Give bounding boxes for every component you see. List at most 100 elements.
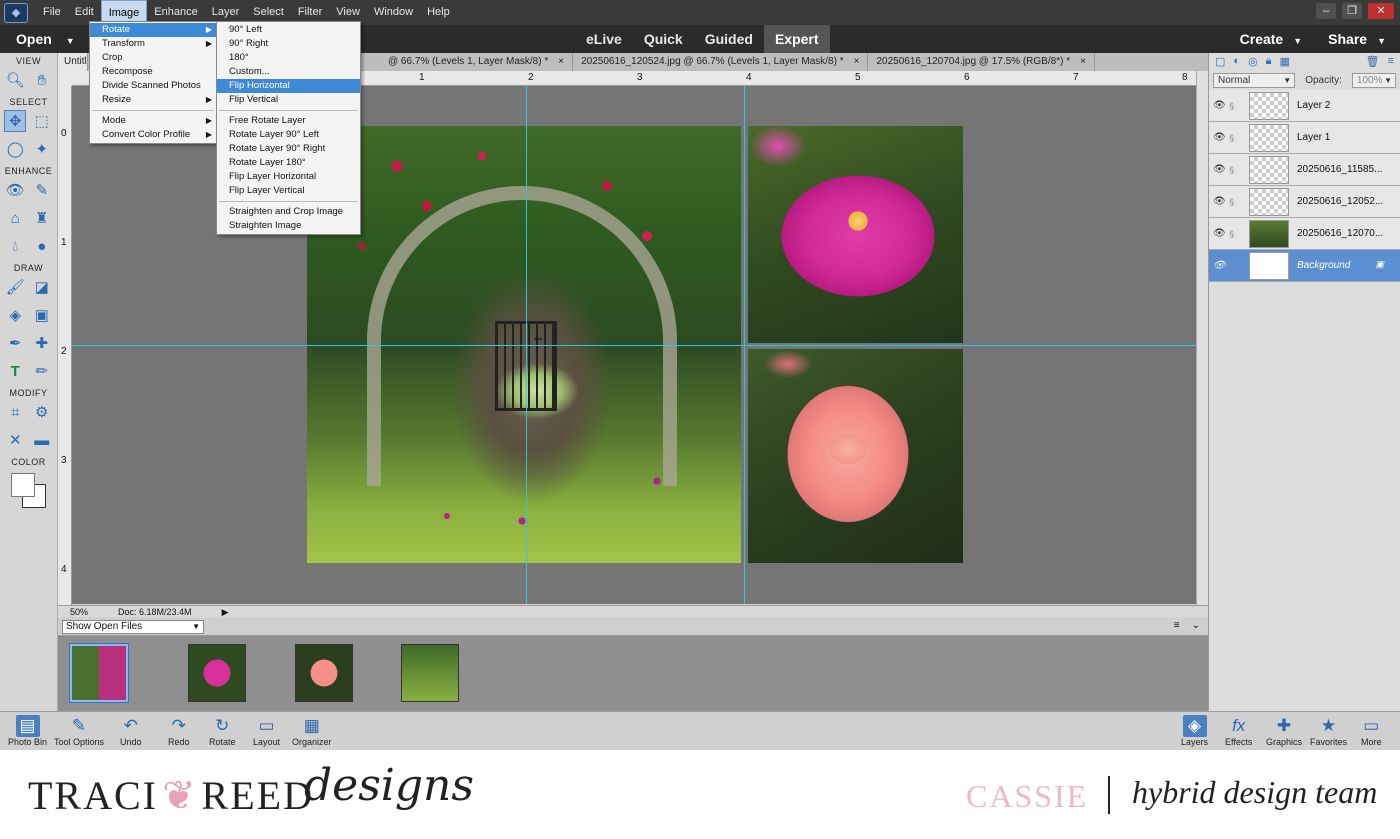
menu-item-crop[interactable]: Crop	[90, 51, 216, 65]
visibility-eye-icon[interactable]: 👁︎	[1213, 164, 1229, 175]
chevron-down-icon[interactable]: ▼	[66, 36, 75, 46]
link-icon[interactable]: §	[1229, 261, 1243, 271]
visibility-eye-icon[interactable]: 👁︎	[1213, 260, 1229, 271]
menu-item-transform[interactable]: Transform ▶	[90, 37, 216, 51]
horizontal-guide[interactable]	[72, 345, 1196, 346]
new-layer-icon[interactable]: ▢	[1215, 55, 1225, 69]
rose-photo[interactable]	[748, 349, 963, 563]
menu-item-90-left[interactable]: 90° Left	[217, 23, 360, 37]
adjustment-layer-icon[interactable]: ◐	[1233, 55, 1240, 69]
menu-item-rotate-layer-90-left[interactable]: Rotate Layer 90° Left	[217, 128, 360, 142]
hand-icon[interactable]: ✋︎	[31, 69, 53, 91]
photo-bin-button[interactable]: ▤ Photo Bin	[8, 715, 47, 747]
tool-options-button[interactable]: ✎ Tool Options	[54, 715, 104, 747]
delete-layer-icon[interactable]: 🗑︎	[1366, 55, 1380, 69]
sponge-icon[interactable]: ●	[31, 235, 53, 257]
eyedropper-icon[interactable]: ✒	[4, 332, 26, 354]
zoom-level[interactable]: 50%	[70, 606, 88, 617]
shape-icon[interactable]: ✚	[31, 332, 53, 354]
spot-healing-icon[interactable]: ✎	[31, 179, 53, 201]
clone-stamp-icon[interactable]: ♜	[31, 207, 53, 229]
vertical-ruler[interactable]: 0 1 2 3 4	[58, 86, 72, 606]
menu-item-custom[interactable]: Custom...	[217, 65, 360, 79]
menu-item-rotate-layer-90-right[interactable]: Rotate Layer 90° Right	[217, 142, 360, 156]
tab-expert[interactable]: Expert	[763, 25, 830, 53]
tab-quick[interactable]: Quick	[633, 25, 694, 53]
tab-guided[interactable]: Guided	[694, 25, 764, 53]
menu-item-recompose[interactable]: Recompose	[90, 65, 216, 79]
menu-item-flip-layer-horizontal[interactable]: Flip Layer Horizontal	[217, 170, 360, 184]
lock-all-icon[interactable]: 🔒︎	[1266, 55, 1272, 69]
close-icon[interactable]: ✕	[1368, 3, 1394, 19]
layers-button[interactable]: ◈ Layers	[1181, 715, 1208, 747]
layer-row[interactable]: 👁︎ § Layer 2	[1209, 90, 1400, 122]
menu-item-convert-color-profile[interactable]: Convert Color Profile ▶	[90, 128, 216, 142]
tab-doc-3[interactable]: 20250616_120704.jpg @ 17.5% (RGB/8*) * ×	[868, 53, 1095, 71]
layer-row[interactable]: 👁︎ § 20250616_12052...	[1209, 186, 1400, 218]
close-tab-icon[interactable]: ×	[1080, 56, 1086, 67]
link-icon[interactable]: §	[1229, 197, 1243, 207]
layer-row[interactable]: 👁︎ § 20250616_11585...	[1209, 154, 1400, 186]
lock-transparency-icon[interactable]: ▦	[1280, 55, 1290, 69]
open-button[interactable]: Open ▼	[16, 31, 75, 47]
link-icon[interactable]: §	[1229, 165, 1243, 175]
rotate-button[interactable]: ↻ Rotate	[209, 715, 236, 747]
link-icon[interactable]: §	[1229, 101, 1243, 111]
redo-button[interactable]: ↷ Redo	[168, 715, 190, 747]
color-swatches[interactable]	[8, 473, 49, 517]
straighten-icon[interactable]: ▬	[31, 429, 53, 451]
bin-thumbnail-peony[interactable]	[188, 644, 246, 702]
type-icon[interactable]: T	[4, 360, 26, 382]
layer-row[interactable]: 👁︎ § Layer 1	[1209, 122, 1400, 154]
tab-doc-2[interactable]: 20250616_120524.jpg @ 66.7% (Levels 1, L…	[573, 53, 869, 71]
organizer-button[interactable]: ▦ Organizer	[292, 715, 332, 747]
more-button[interactable]: ▭ More	[1361, 715, 1382, 747]
status-arrow-icon[interactable]: ▶	[222, 606, 229, 617]
menu-item-rotate[interactable]: Rotate ▶	[90, 23, 216, 37]
favorites-button[interactable]: ★ Favorites	[1310, 715, 1347, 747]
menu-item-flip-horizontal[interactable]: Flip Horizontal	[217, 79, 360, 93]
peony-photo[interactable]	[748, 126, 963, 343]
red-eye-icon[interactable]: 👁︎	[4, 179, 26, 201]
smart-brush-icon[interactable]: ⌂	[4, 207, 26, 229]
menu-window[interactable]: Window	[367, 0, 420, 25]
menu-item-free-rotate-layer[interactable]: Free Rotate Layer	[217, 114, 360, 128]
link-icon[interactable]: §	[1229, 133, 1243, 143]
graphics-button[interactable]: ✚ Graphics	[1266, 715, 1302, 747]
effects-button[interactable]: fx Effects	[1225, 715, 1252, 747]
eraser-icon[interactable]: ◪	[31, 276, 53, 298]
close-tab-icon[interactable]: ×	[854, 56, 860, 67]
opacity-field[interactable]: 100% ▼	[1351, 73, 1396, 88]
close-tab-icon[interactable]: ×	[558, 56, 564, 67]
link-icon[interactable]: §	[1229, 229, 1243, 239]
blend-mode-select[interactable]: Normal ▼	[1213, 73, 1296, 88]
marquee-icon[interactable]: ⬚	[31, 110, 53, 132]
magic-wand-icon[interactable]: ✦	[31, 138, 53, 160]
layer-row[interactable]: 👁︎ § 20250616_12070...	[1209, 218, 1400, 250]
visibility-eye-icon[interactable]: 👁︎	[1213, 196, 1229, 207]
layout-button[interactable]: ▭ Layout	[253, 715, 280, 747]
content-aware-move-icon[interactable]: ✕	[4, 429, 26, 451]
share-button[interactable]: Share ▼	[1328, 31, 1386, 47]
menu-item-flip-layer-vertical[interactable]: Flip Layer Vertical	[217, 184, 360, 198]
paint-bucket-icon[interactable]: ◈	[4, 304, 26, 326]
menu-item-180[interactable]: 180°	[217, 51, 360, 65]
menu-item-flip-vertical[interactable]: Flip Vertical	[217, 93, 360, 107]
pencil-icon[interactable]: ✏	[31, 360, 53, 382]
foreground-color-swatch[interactable]	[11, 473, 35, 497]
bin-menu-icon[interactable]: ≡	[1174, 620, 1180, 631]
visibility-eye-icon[interactable]: 👁︎	[1213, 100, 1229, 111]
gradient-icon[interactable]: ▣	[31, 304, 53, 326]
clip-icon[interactable]: ◎	[1248, 55, 1258, 69]
restore-icon[interactable]: ❐	[1342, 3, 1362, 19]
layer-row-selected[interactable]: 👁︎ § Background ▣	[1209, 250, 1400, 282]
zoom-icon[interactable]: 🔍︎	[4, 69, 26, 91]
visibility-eye-icon[interactable]: 👁︎	[1213, 132, 1229, 143]
blur-icon[interactable]: 💧︎	[4, 235, 26, 257]
visibility-eye-icon[interactable]: 👁︎	[1213, 228, 1229, 239]
show-open-files-select[interactable]: Show Open Files ▼	[62, 620, 204, 634]
menu-item-straighten-image[interactable]: Straighten Image	[217, 219, 360, 233]
undo-button[interactable]: ↶ Undo	[120, 715, 142, 747]
brush-icon[interactable]: 🖌︎	[4, 276, 26, 298]
menu-help[interactable]: Help	[420, 0, 457, 25]
